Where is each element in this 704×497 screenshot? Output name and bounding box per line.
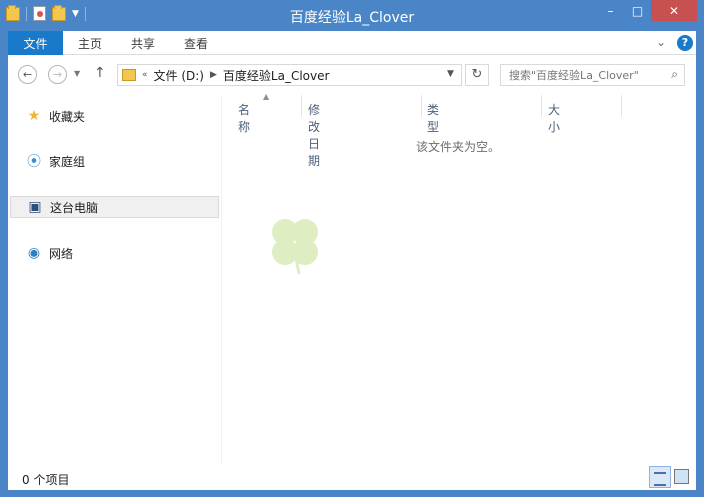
tab-home[interactable]: 主页: [78, 31, 102, 55]
maximize-button[interactable]: □: [624, 0, 651, 21]
large-icons-view-icon[interactable]: [674, 469, 689, 484]
search-box[interactable]: ⌕: [500, 64, 685, 86]
column-header-date[interactable]: 修改日期: [308, 101, 320, 169]
column-header-type[interactable]: 类型: [427, 101, 439, 135]
address-bar[interactable]: « 文件 (D:) ▶ 百度经验La_Clover ▼: [117, 64, 462, 86]
ribbon-tabs: 文件 主页 共享 查看 ⌄ ?: [8, 31, 696, 55]
column-divider[interactable]: [541, 95, 542, 117]
column-divider[interactable]: [621, 95, 622, 117]
sidebar-item-label: 这台电脑: [50, 200, 99, 215]
empty-folder-message: 该文件夹为空。: [416, 140, 501, 154]
recent-locations-dropdown-icon[interactable]: ▼: [74, 69, 80, 78]
column-header-name[interactable]: 名称: [238, 101, 250, 135]
folder-icon: [122, 69, 136, 81]
navigation-bar: ← → ▼ ↑ « 文件 (D:) ▶ 百度经验La_Clover ▼ ↻ ⌕: [8, 55, 696, 95]
pane-divider[interactable]: [221, 95, 222, 464]
network-icon: ◉: [27, 245, 41, 261]
tab-file[interactable]: 文件: [8, 31, 63, 55]
sidebar-item-favorites[interactable]: ★ 收藏夹: [10, 105, 219, 127]
status-bar: 0 个项目: [8, 464, 696, 490]
computer-icon: ▣: [28, 199, 42, 215]
tab-view[interactable]: 查看: [184, 31, 208, 55]
item-count: 0 个项目: [22, 473, 70, 487]
sidebar-item-homegroup[interactable]: ⦿ 家庭组: [10, 150, 219, 172]
back-button[interactable]: ←: [18, 65, 37, 84]
explorer-window: ▼ 百度经验La_Clover – □ ✕ 文件 主页 共享 查看 ⌄ ? ← …: [0, 0, 704, 497]
help-icon[interactable]: ?: [677, 35, 693, 51]
sort-ascending-icon: ▲: [263, 92, 270, 101]
search-input[interactable]: [501, 66, 661, 84]
chevron-down-icon[interactable]: ⌄: [656, 35, 666, 49]
column-header-size[interactable]: 大小: [548, 101, 560, 135]
navigation-pane: ★ 收藏夹 ⦿ 家庭组 ▣ 这台电脑 ◉ 网络: [8, 95, 221, 464]
column-divider[interactable]: [421, 95, 422, 117]
breadcrumb-overflow[interactable]: «: [142, 70, 148, 80]
breadcrumb-drive[interactable]: 文件 (D:): [154, 67, 204, 84]
clover-watermark-icon: [272, 219, 318, 275]
sidebar-item-network[interactable]: ◉ 网络: [10, 242, 219, 264]
sidebar-item-this-pc[interactable]: ▣ 这台电脑: [10, 196, 219, 218]
breadcrumb-folder[interactable]: 百度经验La_Clover: [223, 67, 330, 84]
column-divider[interactable]: [301, 95, 302, 117]
close-button[interactable]: ✕: [651, 0, 697, 21]
sidebar-item-label: 家庭组: [49, 154, 86, 169]
search-icon[interactable]: ⌕: [671, 67, 678, 82]
sidebar-item-label: 收藏夹: [49, 109, 86, 124]
address-dropdown-icon[interactable]: ▼: [447, 69, 454, 79]
refresh-button[interactable]: ↻: [465, 64, 489, 86]
breadcrumb-chevron-icon[interactable]: ▶: [210, 70, 217, 80]
star-icon: ★: [27, 108, 41, 124]
tab-share[interactable]: 共享: [131, 31, 155, 55]
sidebar-item-label: 网络: [49, 246, 74, 261]
title-bar: ▼ 百度经验La_Clover – □ ✕: [0, 0, 704, 31]
forward-button[interactable]: →: [48, 65, 67, 84]
minimize-button[interactable]: –: [597, 0, 624, 21]
content-area: ★ 收藏夹 ⦿ 家庭组 ▣ 这台电脑 ◉ 网络 名称 ▲ 修改日期 类型 大小 …: [8, 92, 696, 464]
homegroup-icon: ⦿: [27, 154, 41, 170]
details-view-icon[interactable]: [649, 466, 671, 488]
up-button[interactable]: ↑: [94, 65, 106, 81]
